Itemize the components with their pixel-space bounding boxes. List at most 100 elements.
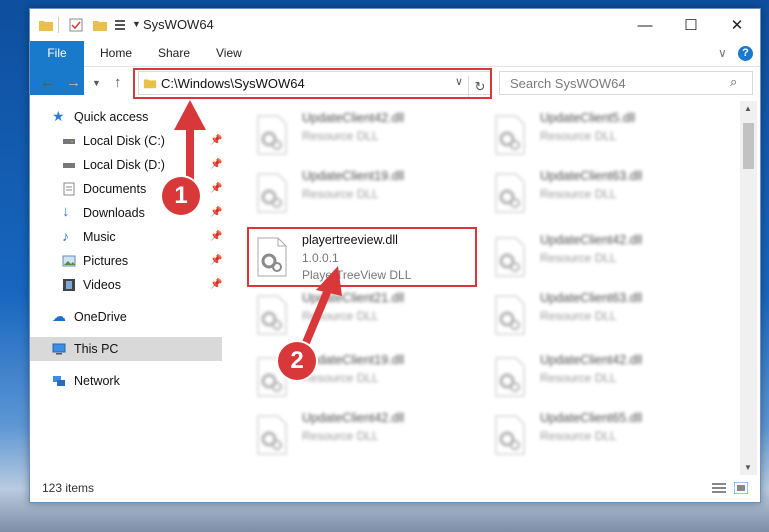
nav-label: Videos	[83, 278, 121, 292]
scroll-down-icon[interactable]: ▼	[744, 463, 752, 472]
chevron-down-icon[interactable]: ▼	[132, 19, 141, 29]
file-name: UpdateClient19.dll	[302, 353, 405, 367]
dll-file-icon	[257, 415, 287, 455]
videos-icon	[63, 279, 75, 291]
file-type: Resource DLL	[302, 371, 379, 385]
list-item[interactable]: UpdateClient5.dll Resource DLL	[486, 109, 710, 163]
close-button[interactable]: ✕	[714, 9, 760, 41]
file-type: Resource DLL	[540, 129, 617, 143]
dll-file-icon	[495, 295, 525, 335]
recent-locations-icon[interactable]: ▼	[92, 78, 101, 88]
scroll-up-icon[interactable]: ▲	[744, 104, 752, 113]
nav-item-pictures[interactable]: Pictures 📌	[30, 249, 222, 273]
nav-item-music[interactable]: ♪ Music 📌	[30, 225, 222, 249]
nav-label: Documents	[83, 182, 147, 196]
window-title: SysWOW64	[143, 17, 214, 32]
step-1-badge: 1	[162, 177, 200, 215]
pin-icon: 📌	[210, 279, 223, 290]
help-icon[interactable]: ?	[738, 46, 753, 61]
dll-file-icon	[257, 173, 287, 213]
file-list: UpdateClient42.dll Resource DLL UpdateCl…	[244, 101, 740, 476]
file-name: UpdateClient19.dll	[302, 169, 405, 183]
nav-label: Quick access	[74, 110, 149, 124]
file-name: UpdateClient63.dll	[540, 169, 643, 183]
file-type: Resource DLL	[540, 371, 617, 385]
address-highlight-box	[133, 68, 492, 99]
nav-item-videos[interactable]: Videos 📌	[30, 273, 222, 297]
back-arrow-icon[interactable]: ←	[40, 74, 55, 91]
list-item[interactable]: UpdateClient42.dll Resource DLL	[486, 231, 710, 285]
customize-qat-icon[interactable]	[114, 17, 130, 33]
file-type: Resource DLL	[540, 187, 617, 201]
list-item[interactable]: UpdateClient42.dll Resource DLL	[248, 409, 472, 463]
file-name: UpdateClient42.dll	[540, 353, 643, 367]
nav-label: Local Disk (D:)	[83, 158, 165, 172]
nav-label: Downloads	[83, 206, 145, 220]
cloud-icon: ☁	[52, 308, 66, 324]
pictures-icon	[62, 255, 76, 267]
pin-icon: 📌	[210, 207, 223, 218]
list-item[interactable]: UpdateClient19.dll Resource DLL	[248, 167, 472, 221]
nav-label: Network	[74, 374, 120, 388]
music-icon: ♪	[62, 228, 69, 244]
dll-file-icon	[495, 357, 525, 397]
up-arrow-icon[interactable]: ↑	[114, 74, 122, 91]
file-name: UpdateClient65.dll	[540, 411, 643, 425]
large-icons-view-icon[interactable]	[734, 482, 748, 494]
pin-icon: 📌	[210, 135, 223, 146]
ribbon-tabs: File Home Share View ∨ ?	[30, 41, 760, 95]
file-name: UpdateClient21.dll	[302, 291, 405, 305]
nav-label: Music	[83, 230, 116, 244]
new-folder-icon[interactable]	[92, 17, 108, 33]
forward-arrow-icon[interactable]: →	[66, 74, 81, 91]
nav-label: Pictures	[83, 254, 129, 268]
expand-ribbon-icon[interactable]: ∨	[718, 41, 727, 66]
dll-file-icon	[495, 173, 525, 213]
maximize-button[interactable]: ☐	[668, 9, 714, 41]
list-item[interactable]: UpdateClient65.dll Resource DLL	[486, 409, 710, 463]
file-name: UpdateClient63.dll	[540, 291, 643, 305]
file-name: UpdateClient42.dll	[302, 111, 405, 125]
folder-icon	[39, 21, 53, 31]
nav-item-quick-access[interactable]: ★ Quick access	[30, 105, 222, 129]
explorer-window: ▼ SysWOW64 — ☐ ✕ File Home Share View ∨ …	[29, 8, 761, 503]
nav-label: Local Disk (C:)	[83, 134, 165, 148]
tab-view[interactable]: View	[216, 41, 242, 66]
dll-file-icon	[257, 295, 287, 335]
nav-label: This PC	[74, 342, 119, 356]
nav-item-local-disk-c[interactable]: Local Disk (C:) 📌	[30, 129, 222, 153]
file-type: Resource DLL	[302, 187, 379, 201]
tab-share[interactable]: Share	[158, 41, 190, 66]
list-item[interactable]: UpdateClient21.dll Resource DLL	[248, 289, 472, 343]
file-type: Resource DLL	[302, 429, 379, 443]
file-type: Resource DLL	[302, 309, 379, 323]
list-item[interactable]: UpdateClient42.dll Resource DLL	[248, 109, 472, 163]
nav-item-local-disk-d[interactable]: Local Disk (D:) 📌	[30, 153, 222, 177]
pin-icon: 📌	[210, 183, 223, 194]
properties-icon[interactable]	[68, 17, 84, 33]
nav-item-this-pc[interactable]: This PC	[30, 337, 222, 361]
file-type: Resource DLL	[302, 129, 379, 143]
download-icon: ↓	[62, 203, 70, 220]
file-type: Resource DLL	[540, 251, 617, 265]
details-view-icon[interactable]	[712, 482, 726, 494]
pin-icon: 📌	[210, 159, 223, 170]
item-count: 123 items	[42, 481, 95, 495]
list-item[interactable]: UpdateClient42.dll Resource DLL	[486, 351, 710, 405]
vertical-scrollbar[interactable]: ▲ ▼	[740, 101, 757, 475]
nav-label: OneDrive	[74, 310, 127, 324]
navigation-pane: ★ Quick access Local Disk (C:) 📌 Local D…	[30, 105, 225, 475]
documents-icon	[63, 182, 75, 196]
nav-item-onedrive[interactable]: ☁ OneDrive	[30, 305, 222, 329]
tab-home[interactable]: Home	[100, 41, 132, 66]
minimize-button[interactable]: —	[622, 9, 668, 41]
dll-file-icon	[495, 415, 525, 455]
search-input[interactable]: Search SysWOW64 ⌕	[499, 71, 753, 95]
list-item[interactable]: UpdateClient63.dll Resource DLL	[486, 289, 710, 343]
list-item[interactable]: UpdateClient63.dll Resource DLL	[486, 167, 710, 221]
pin-icon: 📌	[210, 255, 223, 266]
scrollbar-thumb[interactable]	[743, 123, 754, 169]
nav-item-network[interactable]: Network	[30, 369, 222, 393]
file-highlight-box	[247, 227, 477, 287]
dll-file-icon	[495, 237, 525, 277]
